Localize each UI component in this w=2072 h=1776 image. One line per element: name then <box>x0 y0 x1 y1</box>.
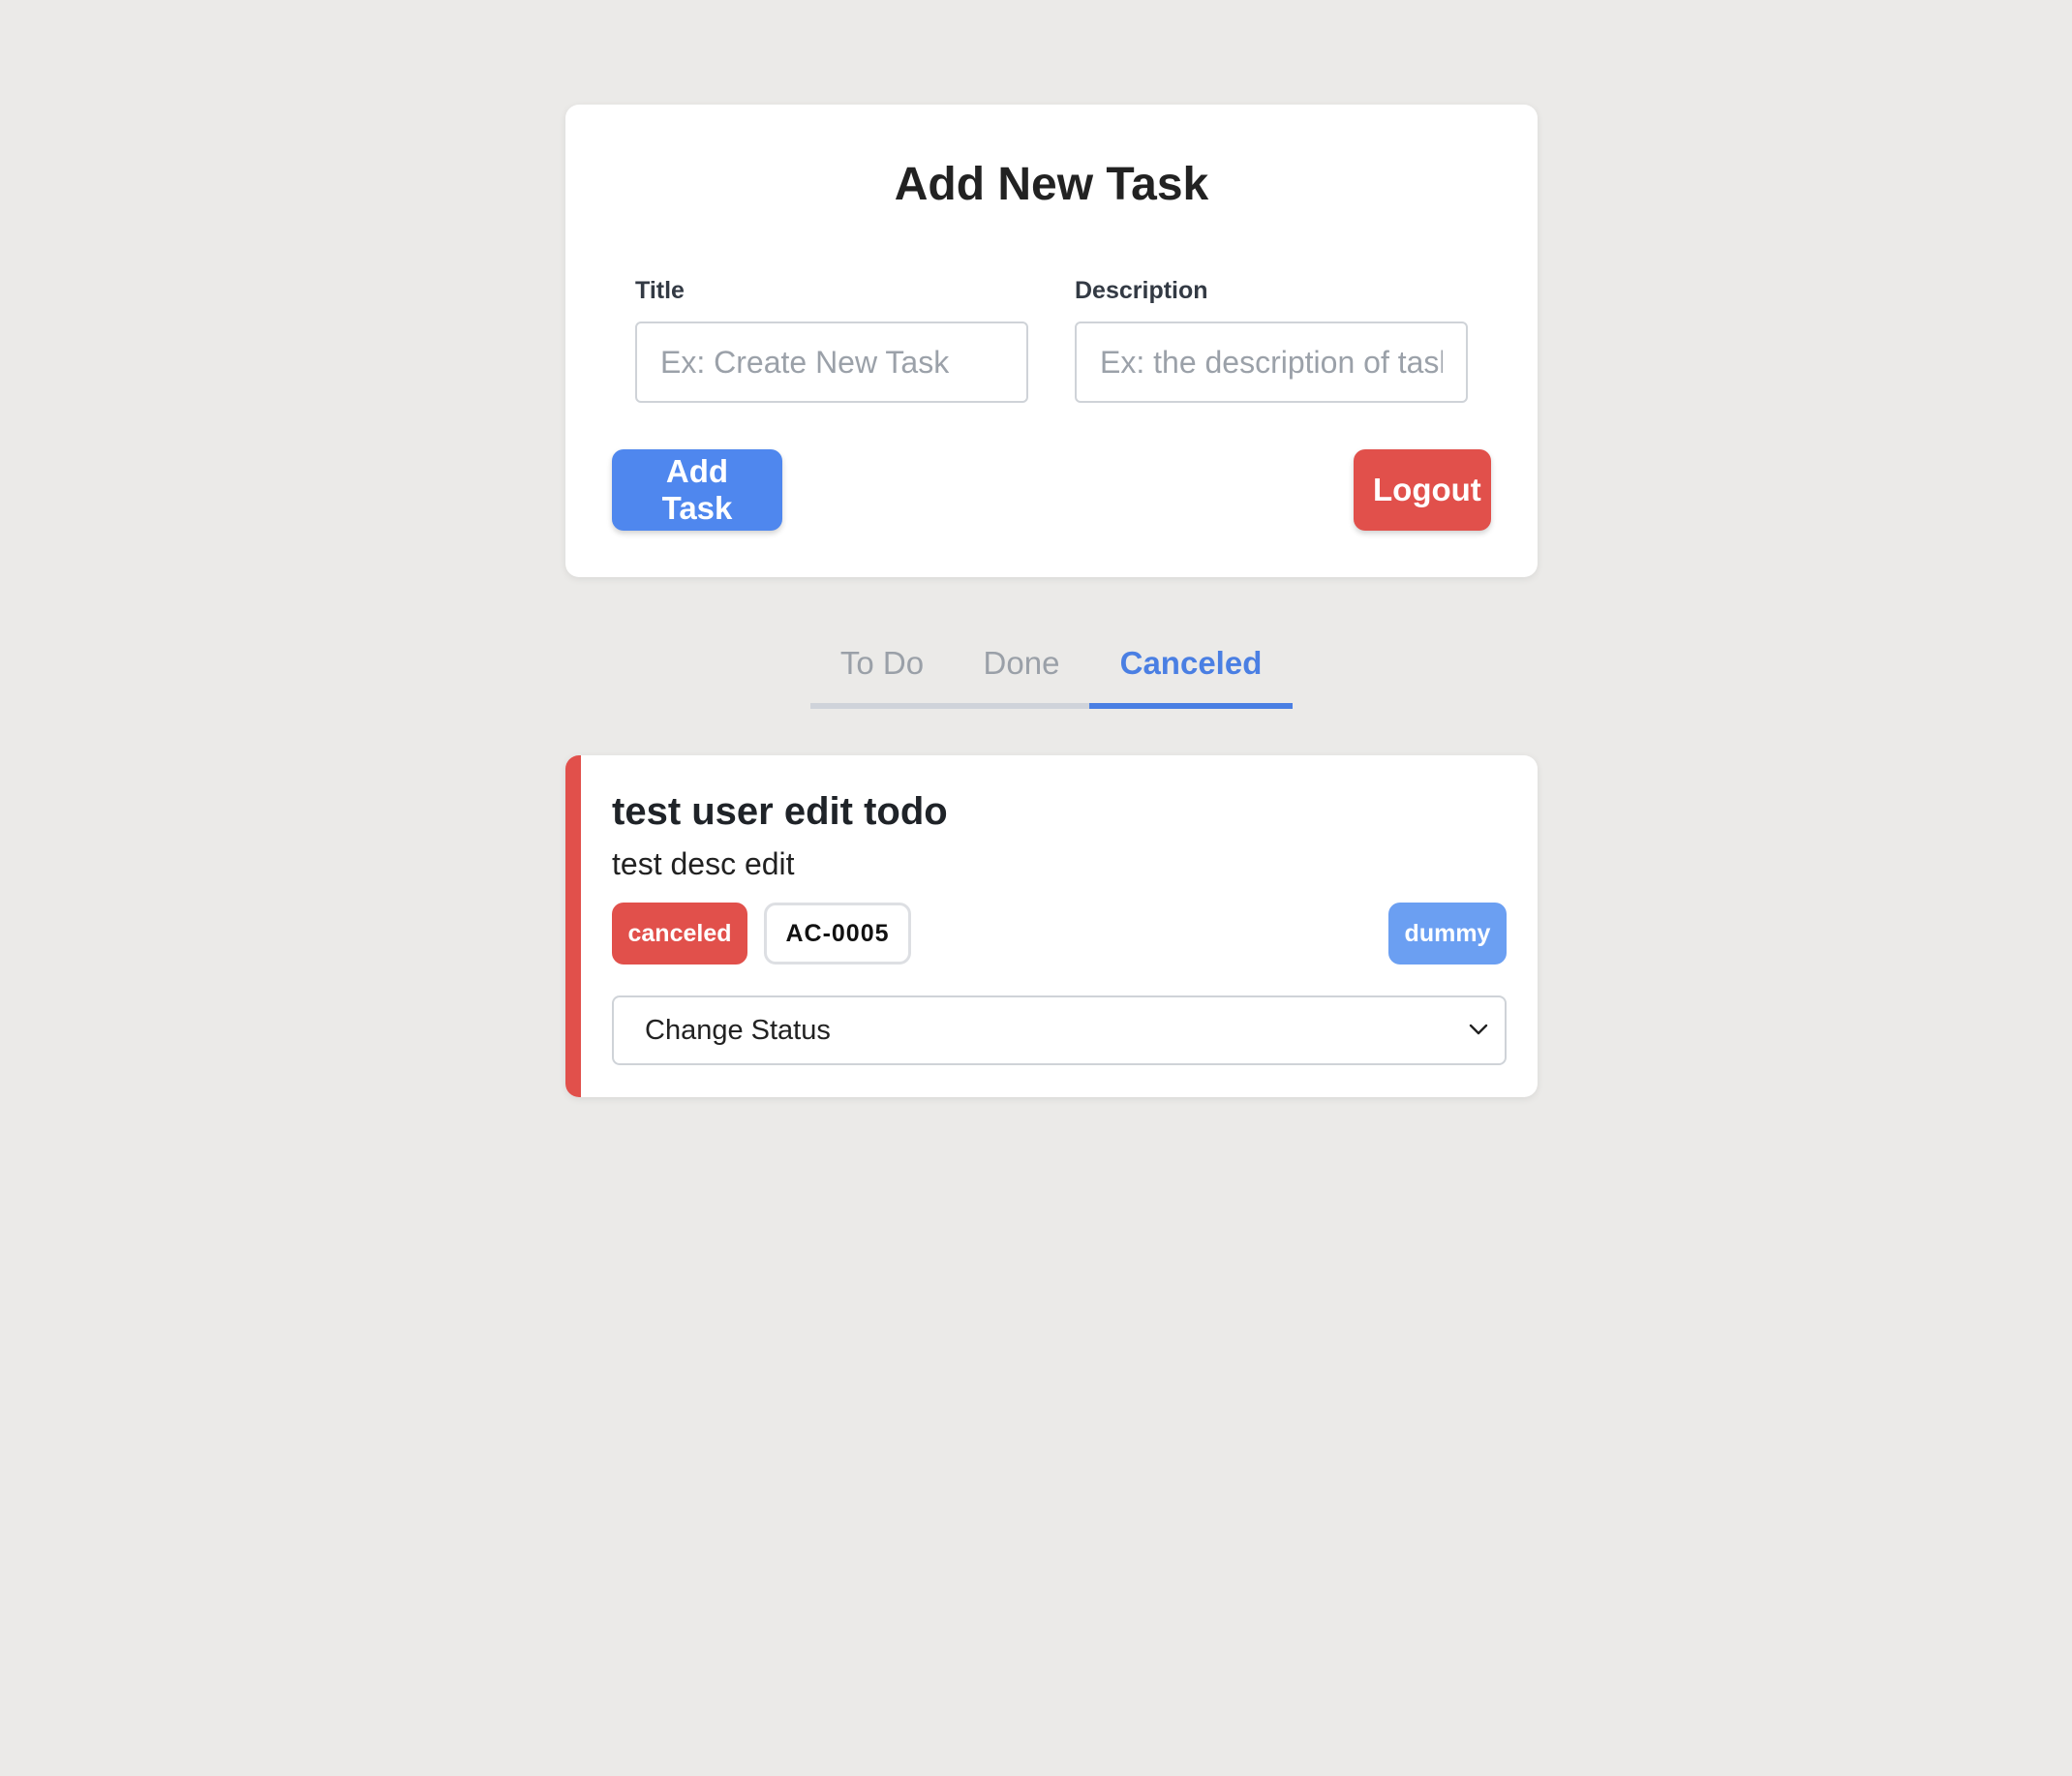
add-task-button[interactable]: Add Task <box>612 449 782 531</box>
chevron-down-icon <box>1469 1024 1488 1035</box>
active-tab-indicator <box>1089 703 1293 709</box>
title-input[interactable] <box>635 322 1028 403</box>
status-badge: canceled <box>612 903 747 965</box>
change-status-select[interactable]: Change Status <box>612 995 1507 1065</box>
title-label: Title <box>635 277 685 304</box>
task-code-badge: AC-0005 <box>764 903 911 965</box>
task-card: test user edit todo test desc edit cance… <box>565 755 1538 1097</box>
task-description: test desc edit <box>612 846 795 881</box>
task-title: test user edit todo <box>612 790 948 833</box>
form-title: Add New Task <box>894 159 1209 210</box>
change-status-label: Change Status <box>645 1015 831 1046</box>
tab-done[interactable]: Done <box>954 639 1089 703</box>
description-label: Description <box>1075 277 1208 304</box>
status-tabs: To Do Done Canceled <box>810 639 1293 709</box>
logout-button[interactable]: Logout <box>1354 449 1491 531</box>
task-status-accent <box>565 755 581 1097</box>
tag-badge: dummy <box>1388 903 1507 965</box>
tab-todo[interactable]: To Do <box>810 639 954 703</box>
tab-canceled[interactable]: Canceled <box>1089 639 1293 703</box>
description-input[interactable] <box>1075 322 1468 403</box>
add-task-card: Add New Task Title Description Add Task … <box>565 105 1538 577</box>
